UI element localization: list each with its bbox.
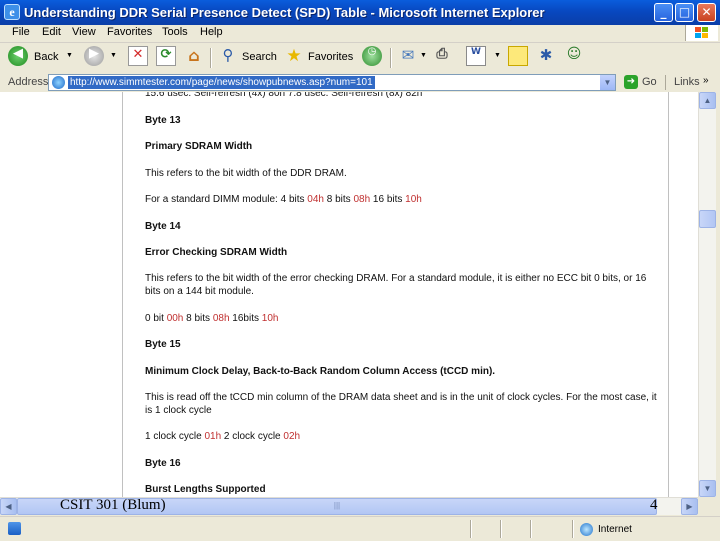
address-dropdown-icon[interactable]: ▼ — [600, 75, 615, 90]
byte14-values: 0 bit 00h 8 bits 08h 16bits 10h — [145, 312, 660, 325]
standard-toolbar: ◀ Back ▼ ▶ ▼ ✕ ⟳ ⌂ ⚲ Search ★ Favorites … — [0, 43, 720, 74]
search-icon[interactable]: ⚲ — [218, 46, 238, 66]
byte14-text: 0 bit — [145, 313, 167, 324]
byte13-title: Primary SDRAM Width — [145, 141, 253, 152]
menu-bar: File Edit View Favorites Tools Help — [0, 25, 720, 43]
zone-label: Internet — [598, 524, 632, 535]
search-button-label[interactable]: Search — [242, 51, 277, 63]
byte15-description: This is read off the tCCD min column of … — [145, 392, 657, 416]
byte16-title: Burst Lengths Supported — [145, 484, 266, 495]
byte16-label: Byte 16 — [145, 458, 181, 469]
byte13-label: Byte 13 — [145, 115, 181, 126]
scroll-down-icon[interactable]: ▼ — [699, 480, 716, 497]
scroll-right-icon[interactable]: ▶ — [681, 498, 698, 515]
go-button-label[interactable]: Go — [642, 76, 657, 88]
slide-page-number: 4 — [650, 497, 658, 513]
history-icon[interactable]: ◷ — [362, 46, 382, 66]
forward-arrow-icon[interactable]: ▶ — [84, 46, 104, 66]
status-divider — [530, 520, 532, 538]
mail-icon[interactable]: ✉ — [398, 46, 418, 66]
byte14-text: 8 bits — [183, 313, 213, 324]
status-divider — [572, 520, 574, 538]
title-bar[interactable]: e Understanding DDR Serial Presence Dete… — [0, 0, 720, 25]
edit-word-icon[interactable]: W — [466, 46, 486, 66]
back-dropdown-icon[interactable]: ▼ — [66, 52, 73, 59]
byte14-label: Byte 14 — [145, 221, 181, 232]
maximize-button[interactable]: □ — [675, 3, 694, 22]
links-separator — [665, 75, 666, 90]
hex-value: 02h — [283, 431, 301, 442]
discuss-note-icon[interactable] — [508, 46, 528, 66]
byte15-text: 2 clock cycle — [221, 431, 284, 442]
window-title: Understanding DDR Serial Presence Detect… — [24, 5, 545, 20]
byte15-values: 1 clock cycle 01h 2 clock cycle 02h — [145, 430, 660, 443]
favorites-button-label[interactable]: Favorites — [308, 51, 353, 63]
internet-zone-icon — [580, 523, 593, 536]
menu-help[interactable]: Help — [200, 26, 223, 38]
close-button[interactable]: ✕ — [697, 3, 716, 22]
ie-logo-icon: e — [4, 4, 20, 20]
back-arrow-icon[interactable]: ◀ — [8, 46, 28, 66]
edit-dropdown-icon[interactable]: ▼ — [494, 52, 501, 59]
links-label[interactable]: Links — [674, 76, 700, 88]
byte14-description: This refers to the bit width of the erro… — [145, 273, 647, 297]
stop-icon[interactable]: ✕ — [128, 46, 148, 66]
status-divider — [470, 520, 472, 538]
address-bar: Address http://www.simmtester.com/page/n… — [0, 73, 720, 92]
windows-flag-icon — [685, 25, 718, 41]
minimize-button[interactable]: _ — [654, 3, 673, 22]
byte13-text: 16 bits — [370, 194, 406, 205]
messenger-icon[interactable]: ☺ — [564, 46, 584, 66]
go-arrow-icon[interactable]: ➜ — [624, 75, 638, 89]
menu-tools[interactable]: Tools — [162, 26, 188, 38]
byte14-text: 16bits — [229, 313, 262, 324]
scroll-left-icon[interactable]: ◀ — [0, 498, 17, 515]
hex-value: 04h — [307, 194, 324, 205]
page-left-border — [122, 92, 123, 497]
byte13-text: For a standard DIMM module: 4 bits — [145, 194, 308, 205]
byte15-label: Byte 15 — [145, 339, 181, 350]
forward-dropdown-icon[interactable]: ▼ — [110, 52, 117, 59]
page-right-border — [668, 92, 669, 497]
links-chevron-icon[interactable]: » — [703, 75, 709, 86]
vertical-scrollbar[interactable]: ▲ ▼ — [698, 92, 716, 497]
status-divider — [500, 520, 502, 538]
page-status-icon — [8, 522, 21, 535]
hex-value: 10h — [261, 313, 279, 324]
refresh-icon[interactable]: ⟳ — [156, 46, 176, 66]
page-globe-icon — [52, 76, 65, 89]
hex-value: 01h — [204, 431, 222, 442]
address-input[interactable]: http://www.simmtester.com/page/news/show… — [48, 74, 616, 91]
print-icon[interactable]: ⎙ — [432, 46, 452, 66]
byte15-title: Minimum Clock Delay, Back-to-Back Random… — [145, 366, 496, 377]
byte13-values: For a standard DIMM module: 4 bits 04h 8… — [145, 193, 660, 206]
research-icon[interactable]: ✱ — [536, 46, 556, 66]
page-content: 15.6 usec. Self-refresh (4x) 80h 7.8 use… — [0, 92, 698, 497]
byte15-text: 1 clock cycle — [145, 431, 205, 442]
menu-edit[interactable]: Edit — [42, 26, 61, 38]
byte14-title: Error Checking SDRAM Width — [145, 247, 288, 258]
hex-value: 08h — [212, 313, 230, 324]
scroll-up-icon[interactable]: ▲ — [699, 92, 716, 109]
vertical-scroll-thumb[interactable] — [699, 210, 716, 228]
menu-favorites[interactable]: Favorites — [107, 26, 152, 38]
hex-value: 08h — [353, 194, 371, 205]
address-url[interactable]: http://www.simmtester.com/page/news/show… — [68, 76, 375, 89]
toolbar-separator — [210, 48, 212, 68]
home-icon[interactable]: ⌂ — [184, 46, 204, 66]
status-bar: Internet — [0, 516, 720, 541]
cut-off-line: 15.6 usec. Self-refresh (4x) 80h 7.8 use… — [145, 92, 423, 99]
address-label: Address — [8, 76, 49, 88]
hex-value: 00h — [166, 313, 184, 324]
menu-view[interactable]: View — [72, 26, 96, 38]
byte13-text: 8 bits — [323, 194, 354, 205]
course-caption: CSIT 301 (Blum) — [60, 497, 166, 513]
mail-dropdown-icon[interactable]: ▼ — [420, 52, 427, 59]
back-button-label[interactable]: Back — [34, 51, 58, 63]
menu-file[interactable]: File — [12, 26, 30, 38]
toolbar-separator — [390, 48, 392, 68]
hex-value: 10h — [405, 194, 422, 205]
favorites-star-icon[interactable]: ★ — [284, 46, 304, 66]
byte13-description: This refers to the bit width of the DDR … — [145, 168, 347, 179]
